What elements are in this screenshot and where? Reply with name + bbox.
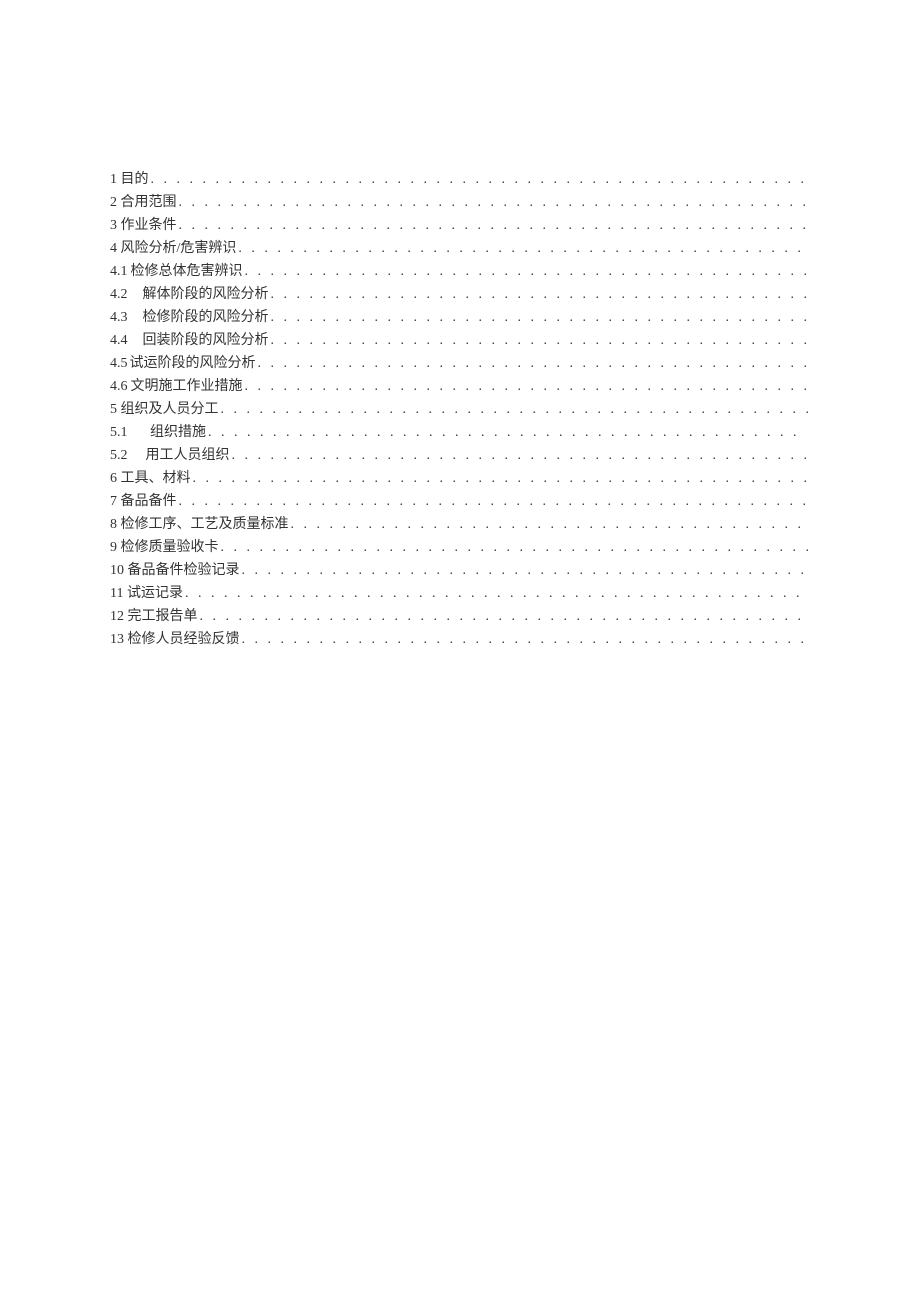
toc-entry: 5 组织及人员分工. . . . . . . . . . . . . . . .… — [110, 398, 810, 421]
toc-entry: 2 合用范围. . . . . . . . . . . . . . . . . … — [110, 191, 810, 214]
toc-number: 4.4 — [110, 329, 143, 352]
toc-number: 4.1 — [110, 260, 131, 283]
toc-number: 4.2 — [110, 283, 143, 306]
toc-leader-dots: . . . . . . . . . . . . . . . . . . . . … — [177, 191, 811, 214]
toc-label: 6 工具、材料 — [110, 467, 191, 490]
toc-leader-dots: . . . . . . . . . . . . . . . . . . . . … — [198, 605, 805, 628]
toc-entry: 11 试运记录 . . . . . . . . . . . . . . . . … — [110, 582, 810, 605]
toc-leader-dots: . . . . . . . . . . . . . . . . . . . . … — [289, 513, 811, 536]
toc-leader-dots: . . . . . . . . . . . . . . . . . . . . … — [219, 536, 811, 559]
table-of-contents: 1 目的. . . . . . . . . . . . . . . . . . … — [110, 168, 810, 651]
toc-label: 检修总体危害辨识 — [131, 260, 243, 283]
toc-label: 解体阶段的风险分析 — [143, 283, 269, 306]
toc-entry: 12 完工报告单 . . . . . . . . . . . . . . . .… — [110, 605, 810, 628]
toc-number: 4.5 — [110, 352, 130, 375]
toc-label: 11 试运记录 — [110, 582, 183, 605]
toc-leader-dots: . . . . . . . . . . . . . . . . . . . . … — [240, 628, 811, 651]
toc-entry: 6 工具、材料. . . . . . . . . . . . . . . . .… — [110, 467, 810, 490]
toc-label: 回装阶段的风险分析 — [143, 329, 269, 352]
toc-leader-dots: . . . . . . . . . . . . . . . . . . . . … — [256, 352, 811, 375]
toc-number: 4.6 — [110, 375, 131, 398]
toc-entry: 7 备品备件. . . . . . . . . . . . . . . . . … — [110, 490, 810, 513]
toc-entry: 8 检修工序、工艺及质量标准 . . . . . . . . . . . . .… — [110, 513, 810, 536]
toc-leader-dots: . . . . . . . . . . . . . . . . . . . . … — [191, 467, 811, 490]
toc-leader-dots: . . . . . . . . . . . . . . . . . . . . … — [243, 260, 811, 283]
toc-label: 12 完工报告单 — [110, 605, 198, 628]
toc-entry: 3 作业条件. . . . . . . . . . . . . . . . . … — [110, 214, 810, 237]
toc-subentry: 4.1检修总体危害辨识. . . . . . . . . . . . . . .… — [110, 260, 810, 283]
toc-leader-dots: . . . . . . . . . . . . . . . . . . . . … — [183, 582, 810, 605]
toc-number: 5.1 — [110, 421, 150, 444]
toc-number: 5.2 — [110, 444, 146, 467]
toc-label: 用工人员组织 — [146, 444, 230, 467]
toc-leader-dots: . . . . . . . . . . . . . . . . . . . . … — [177, 214, 811, 237]
toc-leader-dots: . . . . . . . . . . . . . . . . . . . . … — [219, 398, 811, 421]
toc-subentry: 4.6文明施工作业措施 . . . . . . . . . . . . . . … — [110, 375, 810, 398]
toc-leader-dots: . . . . . . . . . . . . . . . . . . . . … — [269, 329, 811, 352]
toc-leader-dots: . . . . . . . . . . . . . . . . . . . . … — [149, 168, 811, 191]
toc-entry: 1 目的. . . . . . . . . . . . . . . . . . … — [110, 168, 810, 191]
toc-label: 8 检修工序、工艺及质量标准 — [110, 513, 289, 536]
toc-subentry: 4.3检修阶段的风险分析 . . . . . . . . . . . . . .… — [110, 306, 810, 329]
toc-label: 组织措施 — [150, 421, 206, 444]
toc-subentry: 5.2用工人员组织 . . . . . . . . . . . . . . . … — [110, 444, 810, 467]
toc-label: 文明施工作业措施 — [131, 375, 243, 398]
toc-leader-dots: . . . . . . . . . . . . . . . . . . . . … — [206, 421, 800, 444]
toc-leader-dots: . . . . . . . . . . . . . . . . . . . . … — [243, 375, 811, 398]
toc-leader-dots: . . . . . . . . . . . . . . . . . . . . … — [236, 237, 810, 260]
toc-leader-dots: . . . . . . . . . . . . . . . . . . . . … — [269, 306, 811, 329]
toc-label: 10 备品备件检验记录 — [110, 559, 240, 582]
toc-leader-dots: . . . . . . . . . . . . . . . . . . . . … — [230, 444, 811, 467]
toc-subentry: 5.1组织措施 . . . . . . . . . . . . . . . . … — [110, 421, 810, 444]
toc-label: 7 备品备件 — [110, 490, 177, 513]
toc-entry: 13 检修人员经验反馈. . . . . . . . . . . . . . .… — [110, 628, 810, 651]
toc-entry: 10 备品备件检验记录. . . . . . . . . . . . . . .… — [110, 559, 810, 582]
toc-number: 4.3 — [110, 306, 143, 329]
toc-label: 13 检修人员经验反馈 — [110, 628, 240, 651]
toc-label: 5 组织及人员分工 — [110, 398, 219, 421]
toc-label: 9 检修质量验收卡 — [110, 536, 219, 559]
toc-subentry: 4.4回装阶段的风险分析 . . . . . . . . . . . . . .… — [110, 329, 810, 352]
toc-label: 试运阶段的风险分析 — [130, 352, 256, 375]
toc-leader-dots: . . . . . . . . . . . . . . . . . . . . … — [177, 490, 811, 513]
toc-leader-dots: . . . . . . . . . . . . . . . . . . . . … — [240, 559, 811, 582]
toc-subentry: 4.5试运阶段的风险分析 . . . . . . . . . . . . . .… — [110, 352, 810, 375]
toc-label: 检修阶段的风险分析 — [143, 306, 269, 329]
toc-label: 1 目的 — [110, 168, 149, 191]
toc-leader-dots: . . . . . . . . . . . . . . . . . . . . … — [269, 283, 811, 306]
document-page: 1 目的. . . . . . . . . . . . . . . . . . … — [0, 0, 920, 651]
toc-label: 3 作业条件 — [110, 214, 177, 237]
toc-subentry: 4.2解体阶段的风险分析 . . . . . . . . . . . . . .… — [110, 283, 810, 306]
toc-label: 2 合用范围 — [110, 191, 177, 214]
toc-entry: 4 风险分析/危害辨识 . . . . . . . . . . . . . . … — [110, 237, 810, 260]
toc-label: 4 风险分析/危害辨识 — [110, 237, 236, 260]
toc-entry: 9 检修质量验收卡. . . . . . . . . . . . . . . .… — [110, 536, 810, 559]
